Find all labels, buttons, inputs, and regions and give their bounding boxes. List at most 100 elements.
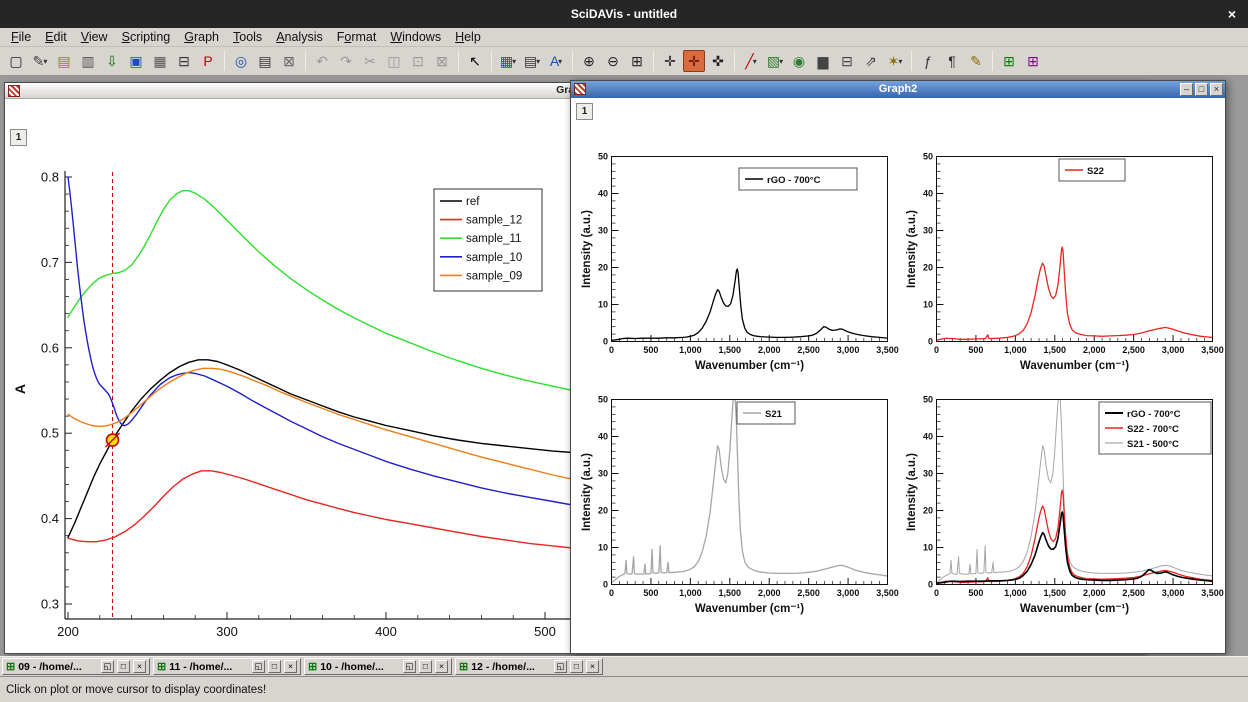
y-tick-label: 0.6 xyxy=(41,340,59,355)
raman-subplot-top-left[interactable]: 05001,0001,5002,0002,5003,0003,500010203… xyxy=(579,148,909,403)
pointer-button[interactable]: ↖ xyxy=(464,50,486,72)
toolbar-separator xyxy=(653,51,654,71)
subplot-legend: rGO - 700°CS22 - 700°CS21 - 500°C xyxy=(1099,402,1211,454)
task-maximize-button[interactable]: □ xyxy=(570,660,583,673)
project-explorer-button[interactable]: ◎ xyxy=(230,50,252,72)
graph2-window[interactable]: Graph2 –□× 1 05001,0001,5002,0002,5003,0… xyxy=(570,80,1226,654)
script-window-button[interactable]: ¶ xyxy=(941,50,963,72)
save-project-button[interactable]: ▣ xyxy=(125,50,147,72)
new-matrix-button[interactable]: ⊞ xyxy=(1022,50,1044,72)
task-maximize-button[interactable]: □ xyxy=(117,660,130,673)
analysis-tools-button[interactable]: ✶▾ xyxy=(884,50,906,72)
menu-view[interactable]: View xyxy=(74,29,115,45)
fit-function-button[interactable]: ƒ xyxy=(917,50,939,72)
delete-button: ⊠ xyxy=(431,50,453,72)
menu-edit[interactable]: Edit xyxy=(38,29,74,45)
open-project-icon: ▤ xyxy=(57,53,70,70)
undo-button: ↶ xyxy=(311,50,333,72)
y-tick-label: 50 xyxy=(923,395,933,405)
x-axis-title: Wavenumber (cm⁻¹) xyxy=(695,603,804,615)
results-log-button[interactable]: ▤ xyxy=(254,50,276,72)
box-plot-icon: ⊟ xyxy=(841,53,853,70)
x-axis-title: Wavenumber (cm⁻¹) xyxy=(1020,360,1129,372)
taskbar-window-button[interactable]: ⊞10 - /home/...◱□× xyxy=(304,658,452,675)
menu-file[interactable]: File xyxy=(4,29,38,45)
task-maximize-button[interactable]: □ xyxy=(419,660,432,673)
screen-reader-button[interactable]: ✛ xyxy=(659,50,681,72)
table-layout-button[interactable]: ▦▾ xyxy=(497,50,519,72)
x-tick-label: 500 xyxy=(643,588,658,598)
series-s22 xyxy=(937,247,1213,340)
open-project-button[interactable]: ▤ xyxy=(53,50,75,72)
box-plot-button[interactable]: ⊟ xyxy=(836,50,858,72)
task-restore-button[interactable]: ◱ xyxy=(554,660,567,673)
histogram-button[interactable]: ▆ xyxy=(812,50,834,72)
save-template-button[interactable]: ▦ xyxy=(149,50,171,72)
menu-format[interactable]: Format xyxy=(330,29,384,45)
menu-graph[interactable]: Graph xyxy=(177,29,226,45)
graph2-layer-button[interactable]: 1 xyxy=(576,103,593,120)
new-project-button[interactable]: ▢ xyxy=(5,50,27,72)
menu-tools[interactable]: Tools xyxy=(226,29,269,45)
data-reader-button[interactable]: ✛ xyxy=(683,50,705,72)
window-titlebar[interactable]: SciDAVis - untitled × xyxy=(0,0,1248,28)
taskbar-window-button[interactable]: ⊞12 - /home/...◱□× xyxy=(455,658,603,675)
add-note-button[interactable]: ✎ xyxy=(965,50,987,72)
y-tick-label: 20 xyxy=(598,263,608,273)
task-restore-button[interactable]: ◱ xyxy=(101,660,114,673)
uvvis-plot-canvas[interactable]: 0.30.40.50.60.70.8200300400500Arefsample… xyxy=(5,119,571,653)
select-data-range-button[interactable]: ✜ xyxy=(707,50,729,72)
task-maximize-button[interactable]: □ xyxy=(268,660,281,673)
dropdown-arrow-icon: ▾ xyxy=(753,57,757,66)
graph2-titlebar[interactable]: Graph2 –□× xyxy=(571,81,1225,98)
x-tick-label: 3,000 xyxy=(1162,588,1185,598)
window-maximize-button[interactable]: □ xyxy=(1195,83,1208,96)
task-restore-button[interactable]: ◱ xyxy=(252,660,265,673)
add-image-button[interactable]: ▧▾ xyxy=(764,50,786,72)
dropdown-arrow-icon: ▾ xyxy=(43,57,47,66)
window-close-button[interactable]: × xyxy=(1210,83,1223,96)
task-close-button[interactable]: × xyxy=(435,660,448,673)
y-tick-label: 40 xyxy=(598,189,608,199)
raman-subplot-bottom-right[interactable]: 05001,0001,5002,0002,5003,0003,500010203… xyxy=(904,391,1225,646)
export-pdf-button[interactable]: P xyxy=(197,50,219,72)
rescale-to-show-all-button[interactable]: ⊞ xyxy=(626,50,648,72)
zoom-out-button[interactable]: ⊖ xyxy=(602,50,624,72)
color-map-button[interactable]: ◉ xyxy=(788,50,810,72)
select-data-range-icon: ✜ xyxy=(712,53,724,70)
text-format-button[interactable]: A▾ xyxy=(545,50,567,72)
menu-windows[interactable]: Windows xyxy=(383,29,448,45)
task-close-button[interactable]: × xyxy=(586,660,599,673)
column-values-button[interactable]: ▤▾ xyxy=(521,50,543,72)
x-tick-label: 0 xyxy=(609,588,614,598)
new-table-button[interactable]: ⊞ xyxy=(998,50,1020,72)
window-title: SciDAVis - untitled xyxy=(571,7,677,21)
toolbar-separator xyxy=(305,51,306,71)
y-tick-label: 20 xyxy=(923,263,933,273)
zoom-in-button[interactable]: ⊕ xyxy=(578,50,600,72)
raman-subplot-bottom-left[interactable]: 05001,0001,5002,0002,5003,0003,500010203… xyxy=(579,391,909,646)
taskbar-window-button[interactable]: ⊞09 - /home/...◱□× xyxy=(2,658,150,675)
x-tick-label: 2,000 xyxy=(1083,345,1106,355)
new-aspect-button[interactable]: ✎▾ xyxy=(29,50,51,72)
menu-scripting[interactable]: Scripting xyxy=(115,29,178,45)
vector-plot-button[interactable]: ⇗ xyxy=(860,50,882,72)
print-button[interactable]: ⊟ xyxy=(173,50,195,72)
window-minimize-button[interactable]: – xyxy=(1180,83,1193,96)
window-close-icon[interactable]: × xyxy=(1228,5,1236,23)
taskbar-window-button[interactable]: ⊞11 - /home/...◱□× xyxy=(153,658,301,675)
toolbar-separator xyxy=(572,51,573,71)
lock-toolbars-button[interactable]: ⊠ xyxy=(278,50,300,72)
raman-subplot-top-right[interactable]: 05001,0001,5002,0002,5003,0003,500010203… xyxy=(904,148,1225,403)
menu-analysis[interactable]: Analysis xyxy=(269,29,330,45)
task-close-button[interactable]: × xyxy=(284,660,297,673)
task-restore-button[interactable]: ◱ xyxy=(403,660,416,673)
menu-help[interactable]: Help xyxy=(448,29,488,45)
data-reader-icon: ✛ xyxy=(688,53,700,70)
open-template-button[interactable]: ▥ xyxy=(77,50,99,72)
graph1-layer-button[interactable]: 1 xyxy=(10,129,27,146)
draw-line-button[interactable]: ╱▾ xyxy=(740,50,762,72)
y-tick-label: 40 xyxy=(923,189,933,199)
task-close-button[interactable]: × xyxy=(133,660,146,673)
import-ascii-button[interactable]: ⇩ xyxy=(101,50,123,72)
